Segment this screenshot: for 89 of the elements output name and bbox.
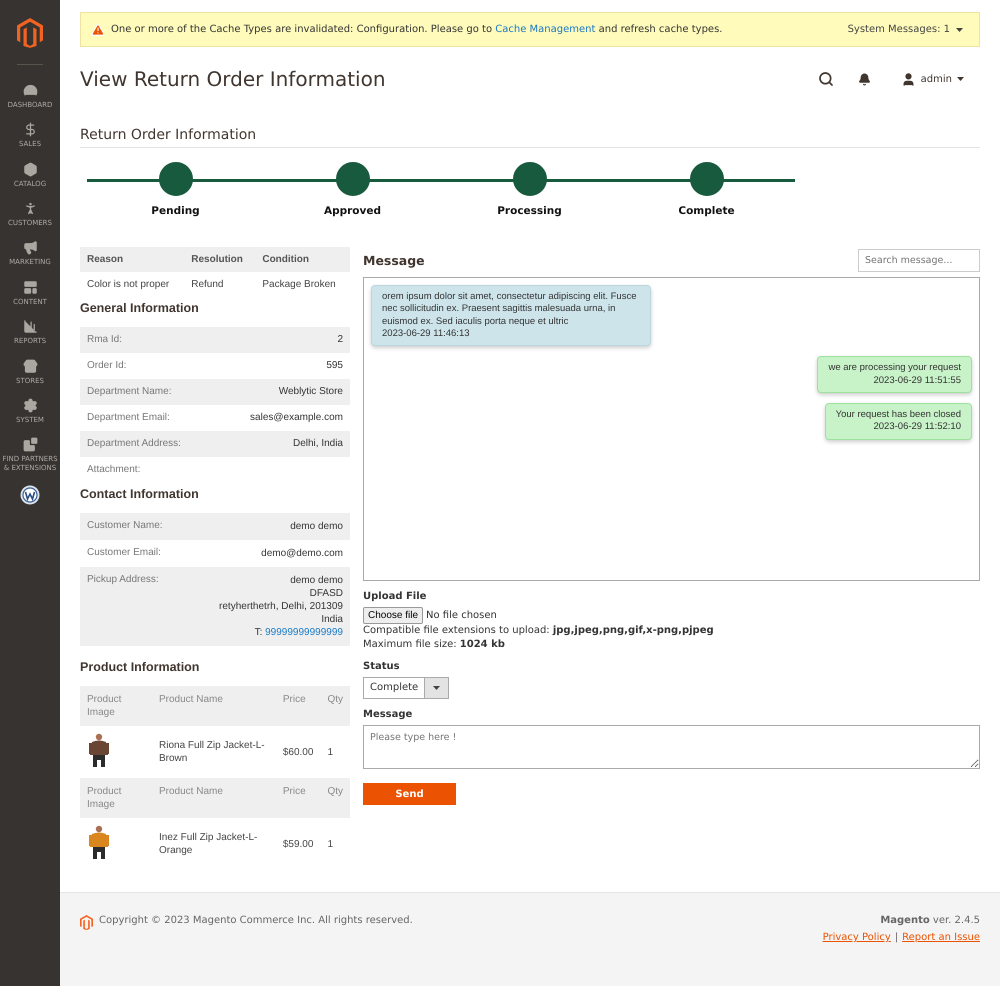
- field-label: Customer Email:: [87, 547, 161, 560]
- field-value: 595: [326, 360, 343, 372]
- section-heading: Message: [363, 253, 425, 268]
- choose-file-button[interactable]: Choose file: [363, 607, 424, 624]
- column-header: Product Name: [152, 686, 276, 726]
- field-label: Department Name:: [87, 386, 172, 398]
- send-button[interactable]: Send: [363, 783, 456, 805]
- step-label: Approved: [324, 205, 382, 217]
- message-field[interactable]: Please type here !: [363, 725, 980, 769]
- column-header: Product Image: [80, 686, 152, 726]
- layout-icon: [22, 280, 38, 295]
- section-heading: Contact Information: [80, 487, 200, 501]
- extensions-note: Compatible file extensions to upload: jpg,jpeg,png,gif,x-png,pjpeg: [363, 624, 715, 638]
- field-label: Pickup Address:: [87, 574, 159, 587]
- logo-icon: [17, 18, 43, 48]
- bell-icon[interactable]: [858, 72, 871, 86]
- step-label: Pending: [151, 205, 200, 217]
- field-value: 2: [337, 334, 343, 346]
- field-label: Status: [363, 661, 401, 672]
- field-value: demo demo: [290, 520, 343, 533]
- caret-icon: [957, 77, 964, 81]
- caret-icon: [433, 686, 440, 690]
- table-cell: 1: [320, 726, 350, 778]
- table-cell: Riona Full Zip Jacket-L-Brown: [152, 726, 276, 778]
- column-header: Price: [276, 686, 320, 726]
- field-value: Delhi, India: [292, 438, 343, 450]
- section-title: Return Order Information: [80, 127, 980, 148]
- section-heading: Product Information: [80, 660, 200, 674]
- field-label: Customer Name:: [87, 520, 163, 533]
- copyright-text: Copyright © 2023 Magento Commerce Inc. All rights reserved.: [99, 915, 413, 926]
- field-label: Attachment:: [87, 464, 140, 476]
- cache-management-link[interactable]: Cache Management: [495, 24, 596, 35]
- column-header: Product Name: [152, 778, 276, 818]
- table-cell: Color is not proper: [80, 272, 184, 297]
- warning-icon: [91, 22, 105, 36]
- field-value: Weblytic Store: [278, 386, 343, 398]
- table-cell: Package Broken: [255, 272, 350, 297]
- step-label: Complete: [678, 205, 735, 217]
- system-messages-button[interactable]: System Messages: 1: [842, 23, 969, 36]
- version-text: Magento ver. 2.4.5: [880, 915, 980, 926]
- field-label: Rma Id:: [87, 334, 122, 346]
- column-header: Reason: [80, 247, 184, 272]
- field-label: Order Id:: [87, 360, 126, 372]
- user-menu[interactable]: admin: [894, 70, 970, 88]
- user-icon: [900, 72, 916, 86]
- column-header: Product Image: [80, 778, 152, 818]
- privacy-policy-link[interactable]: Privacy Policy: [822, 932, 891, 943]
- report-issue-link[interactable]: Report an Issue: [902, 932, 980, 943]
- field-label: Department Address:: [87, 438, 181, 450]
- column-header: Qty: [320, 778, 350, 818]
- table-cell: $60.00: [276, 726, 320, 778]
- size-note: Maximum file size: 1024 kb: [363, 638, 506, 651]
- box-icon: [22, 162, 38, 177]
- logo-icon: [80, 915, 93, 930]
- file-status: No file chosen: [426, 610, 497, 621]
- search-icon[interactable]: [818, 71, 834, 87]
- message-bubble: orem ipsum dolor sit amet, consectetur adipiscing elit. Fusce nec sollicitudin ex. Praesent sagittis malesuada urna, in euismod ex. Sed iaculis porta neque et ultric 2023-06-29 11:46:13: [371, 285, 651, 346]
- table-cell: Refund: [184, 272, 256, 297]
- blocks-icon: [22, 437, 38, 452]
- phone-link[interactable]: 99999999999999: [265, 627, 343, 638]
- table-cell: $59.00: [276, 818, 320, 870]
- field-label: Department Email:: [87, 412, 170, 424]
- megaphone-icon: [22, 240, 38, 256]
- message-bubble: we are processing your request 2023-06-29 11:51:55: [817, 356, 972, 394]
- column-header: Price: [276, 778, 320, 818]
- field-value: demo@demo.com: [261, 547, 343, 560]
- step-label: Processing: [497, 205, 562, 217]
- status-select[interactable]: Complete: [363, 677, 449, 699]
- column-header: Condition: [255, 247, 350, 272]
- field-value: demo demo: [290, 574, 343, 587]
- field-value: India: [321, 613, 343, 626]
- field-value: DFASD: [310, 587, 343, 600]
- search-field[interactable]: Search message...: [858, 249, 980, 272]
- field-label: Upload File: [363, 591, 428, 602]
- notice-text: One or more of the Cache Types are invalidated: Configuration. Please go to Cache Management and refresh cache types.: [111, 24, 724, 35]
- w-logo-icon: [20, 485, 40, 506]
- table-cell: 1: [320, 818, 350, 870]
- column-header: Resolution: [184, 247, 256, 272]
- page-title: View Return Order Information: [80, 67, 386, 91]
- field-value: retyherthetrh, Delhi, 201309: [219, 600, 343, 613]
- phone-text: T: 99999999999999: [254, 626, 343, 639]
- field-label: Message: [363, 709, 414, 720]
- table-cell: Inez Full Zip Jacket-L-Orange: [152, 818, 276, 870]
- message-bubble: Your request has been closed 2023-06-29 11:52:10: [824, 403, 972, 440]
- caret-icon: [956, 28, 963, 32]
- section-heading: General Information: [80, 301, 200, 315]
- field-value: sales@example.com: [250, 412, 343, 424]
- column-header: Qty: [320, 686, 350, 726]
- link-separator: |: [894, 932, 898, 943]
